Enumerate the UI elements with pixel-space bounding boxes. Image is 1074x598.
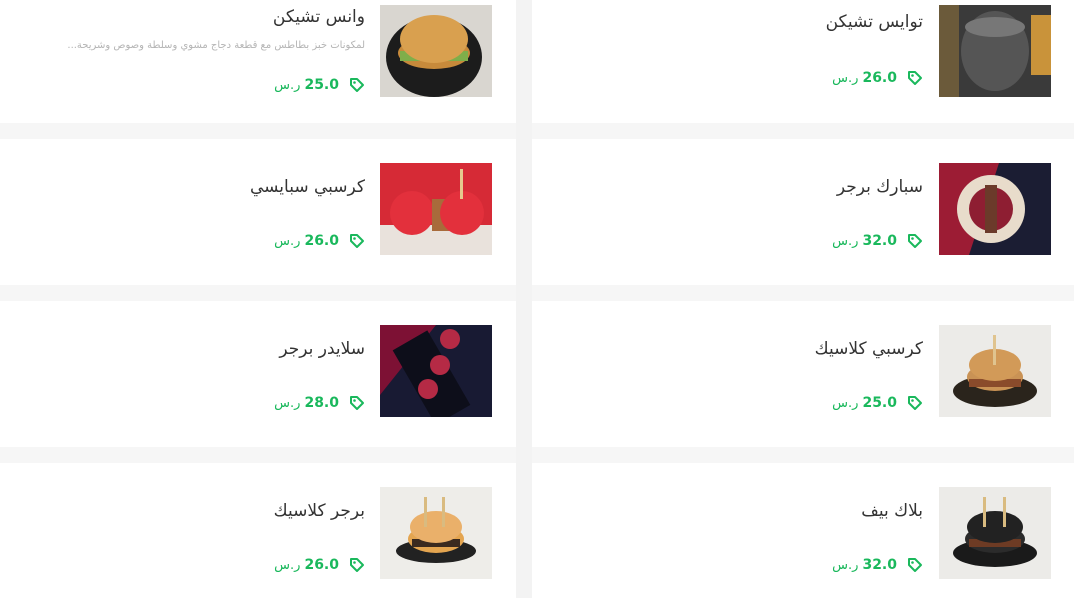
currency-label: ر.س [274,557,301,573]
item-name: وانس تشيكن [272,7,365,27]
menu-item-card[interactable]: كرسبي سبايسي ر.س 26.0 [0,139,516,285]
item-price: 32.0 [862,233,897,249]
currency-label: ر.س [832,233,859,249]
item-image[interactable] [939,325,1051,417]
price-row: ر.س 26.0 [832,70,923,86]
price-row: ر.س 26.0 [274,233,365,249]
item-image[interactable] [939,487,1051,579]
currency-label: ر.س [832,70,859,86]
item-name: سلايدر برجر [279,339,365,359]
item-price: 25.0 [862,395,897,411]
item-name: برجر كلاسيك [273,501,365,521]
price-tag-icon [907,233,923,249]
item-image[interactable] [380,487,492,579]
price-tag-icon [349,233,365,249]
item-price: 28.0 [304,395,339,411]
item-price: 26.0 [304,233,339,249]
currency-label: ر.س [274,233,301,249]
currency-label: ر.س [274,395,301,411]
price-tag-icon [349,395,365,411]
item-name: توايس تشيكن [825,12,923,32]
item-description: لمكونات خبز بطاطس مع قطعة دجاج مشوي وسلط… [67,40,365,51]
item-name: سبارك برجر [836,177,923,197]
menu-item-card[interactable]: سبارك برجر ر.س 32.0 [532,139,1074,285]
price-tag-icon [349,557,365,573]
item-price: 26.0 [304,557,339,573]
item-price: 25.0 [304,77,339,93]
column-divider [516,0,532,598]
price-row: ر.س 28.0 [274,395,365,411]
price-tag-icon [907,557,923,573]
item-image[interactable] [939,163,1051,255]
menu-item-card[interactable]: توايس تشيكن ر.س 26.0 [532,0,1074,123]
menu-item-card[interactable]: كرسبي كلاسيك ر.س 25.0 [532,301,1074,447]
price-row: ر.س 32.0 [832,557,923,573]
menu-item-card[interactable]: سلايدر برجر ر.س 28.0 [0,301,516,447]
price-row: ر.س 32.0 [832,233,923,249]
item-name: بلاك بيف [861,501,923,521]
price-tag-icon [349,77,365,93]
menu-item-card[interactable]: برجر كلاسيك ر.س 26.0 [0,463,516,598]
price-row: ر.س 25.0 [274,77,365,93]
item-price: 26.0 [862,70,897,86]
currency-label: ر.س [832,557,859,573]
currency-label: ر.س [274,77,301,93]
price-tag-icon [907,70,923,86]
price-row: ر.س 25.0 [832,395,923,411]
item-image[interactable] [380,163,492,255]
price-row: ر.س 26.0 [274,557,365,573]
item-image[interactable] [380,325,492,417]
item-image[interactable] [939,5,1051,97]
menu-item-card[interactable]: بلاك بيف ر.س 32.0 [532,463,1074,598]
item-name: كرسبي سبايسي [249,177,365,197]
price-tag-icon [907,395,923,411]
item-price: 32.0 [862,557,897,573]
menu-item-card[interactable]: وانس تشيكن لمكونات خبز بطاطس مع قطعة دجا… [0,0,516,123]
currency-label: ر.س [832,395,859,411]
item-name: كرسبي كلاسيك [814,339,923,359]
item-image[interactable] [380,5,492,97]
